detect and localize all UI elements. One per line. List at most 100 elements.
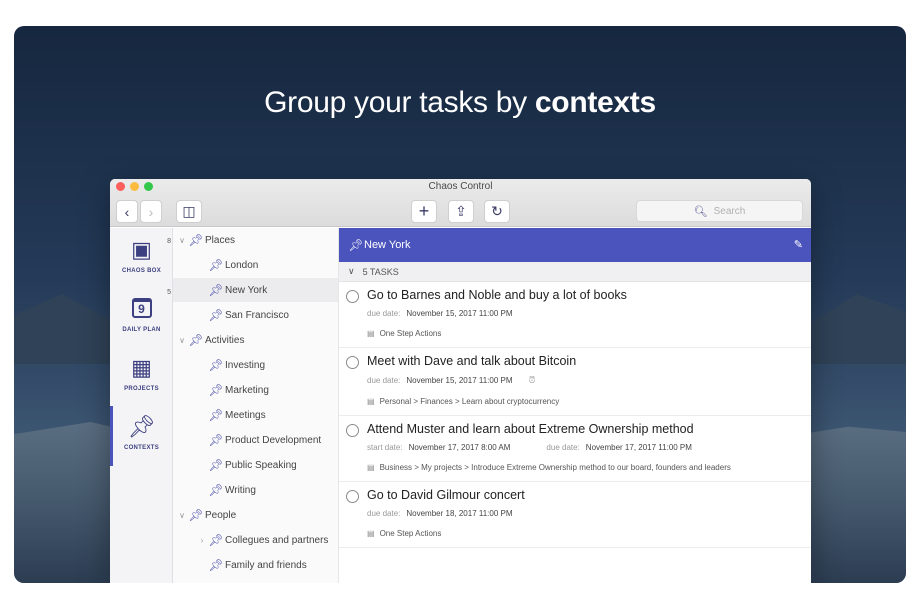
chevron-down-icon[interactable]: ∨: [177, 336, 187, 345]
pin-icon: 📌︎: [208, 383, 224, 397]
rail-item-projects[interactable]: ▦ PROJECTS: [110, 355, 173, 393]
pin-icon: 📌︎: [208, 408, 224, 422]
task-row[interactable]: Go to Barnes and Noble and buy a lot of …: [339, 282, 811, 348]
grid-icon: ▦: [131, 355, 152, 380]
meta-label: start date:: [367, 443, 403, 452]
tree-item-public-speaking[interactable]: 📌︎ Public Speaking: [173, 453, 338, 477]
tree-label: Collegues and partners: [225, 534, 329, 546]
pin-icon: 📌︎: [208, 258, 224, 272]
tree-item-people[interactable]: ∨ 📌︎ People: [173, 503, 338, 527]
search-input[interactable]: 🔍︎ Search: [636, 200, 803, 222]
document-icon: ▤: [367, 463, 375, 472]
tree-label: Public Speaking: [225, 459, 297, 471]
tree-item-new-york[interactable]: 📌︎ New York: [173, 278, 338, 302]
search-icon: 🔍︎: [693, 205, 708, 218]
chevron-down-icon[interactable]: ∨: [348, 266, 355, 277]
promo-background: Group your tasks by contexts Chaos Contr…: [14, 26, 906, 583]
tree-item-marketing[interactable]: 📌︎ Marketing: [173, 378, 338, 402]
document-icon: ▤: [367, 329, 375, 338]
chevron-down-icon[interactable]: ∨: [177, 511, 187, 520]
tree-item-investing[interactable]: 📌︎ Investing: [173, 353, 338, 377]
tree-label: Meetings: [225, 409, 266, 421]
task-title: Go to David Gilmour concert: [367, 488, 525, 502]
task-row[interactable]: Go to David Gilmour concert due date: No…: [339, 482, 811, 548]
pin-icon: 📌︎: [208, 483, 224, 497]
tree-item-family-and-friends[interactable]: 📌︎ Family and friends: [173, 553, 338, 577]
share-icon: ⇪: [455, 203, 467, 219]
tree-label: Marketing: [225, 384, 269, 396]
task-path: One Step Actions: [379, 529, 442, 538]
tree-item-san-francisco[interactable]: 📌︎ San Francisco: [173, 303, 338, 327]
rail-label: DAILY PLAN: [122, 327, 161, 333]
tree-item-writing[interactable]: 📌︎ Writing: [173, 478, 338, 502]
contexts-tree: ∨ 📌︎ Places 📌︎ London 📌︎ New York 📌︎ San Fran…: [173, 228, 339, 583]
task-title: Attend Muster and learn about Extreme Ow…: [367, 422, 694, 436]
task-checkbox[interactable]: [346, 356, 359, 369]
edit-icon[interactable]: ✎: [794, 238, 803, 251]
calendar-icon: 9: [110, 297, 173, 321]
tree-label: Writing: [225, 484, 256, 496]
titlebar: Chaos Control ‹ › ◫ + ⇪ ↻ 🔍︎ Search: [110, 179, 811, 227]
mountain-right: [796, 294, 906, 364]
tree-item-london[interactable]: 📌︎ London: [173, 253, 338, 277]
sidebar-toggle-button[interactable]: ◫: [176, 200, 202, 223]
plus-icon: +: [418, 201, 430, 221]
rail-label: PROJECTS: [124, 386, 159, 392]
task-checkbox[interactable]: [346, 424, 359, 437]
pin-icon: 📌︎: [208, 308, 224, 322]
promo-headline: Group your tasks by contexts: [14, 86, 906, 120]
meta-label: due date:: [367, 376, 401, 385]
tree-item-meetings[interactable]: 📌︎ Meetings: [173, 403, 338, 427]
meta-label: due date:: [546, 443, 580, 452]
task-checkbox[interactable]: [346, 290, 359, 303]
chevron-right-icon[interactable]: ›: [197, 536, 207, 545]
rail-active-indicator: [110, 406, 113, 466]
pin-icon: 📌︎: [188, 508, 204, 522]
task-checkbox[interactable]: [346, 490, 359, 503]
tree-label: Product Development: [225, 434, 322, 446]
headline-plain: Group your tasks by: [264, 86, 535, 119]
forward-button[interactable]: ›: [140, 200, 162, 223]
tree-label: Family and friends: [225, 559, 307, 571]
task-title: Meet with Dave and talk about Bitcoin: [367, 354, 577, 368]
task-list-pane: 📌︎ New York ✎ ∨ 5 TASKS Go to Barnes and…: [339, 228, 811, 583]
task-path: Business > My projects > Introduce Extre…: [379, 463, 731, 472]
rail-item-chaos-box[interactable]: 8 ▣ CHAOS BOX: [110, 237, 173, 275]
rail-label: CHAOS BOX: [121, 268, 162, 274]
share-button[interactable]: ⇪: [448, 200, 474, 223]
rail-item-contexts[interactable]: 📌︎ CONTEXTS: [110, 414, 173, 452]
pin-icon: 📌︎: [208, 283, 224, 297]
daily-plan-badge: 5: [167, 289, 171, 296]
sync-icon: ↻: [491, 203, 503, 219]
tree-label: People: [205, 509, 237, 521]
back-button[interactable]: ‹: [116, 200, 138, 223]
task-row[interactable]: Attend Muster and learn about Extreme Ow…: [339, 416, 811, 482]
left-rail: 8 ▣ CHAOS BOX 5 9 DAILY PLAN ▦ PROJECTS …: [110, 228, 173, 583]
tree-item-activities[interactable]: ∨ 📌︎ Activities: [173, 328, 338, 352]
sync-button[interactable]: ↻: [484, 200, 510, 223]
document-icon: ▤: [367, 397, 375, 406]
rail-label: CONTEXTS: [123, 445, 160, 451]
pin-icon: 📌︎: [208, 358, 224, 372]
inbox-icon: ▣: [131, 237, 152, 262]
task-row[interactable]: Meet with Dave and talk about Bitcoin du…: [339, 348, 811, 416]
meta-value: November 15, 2017 11:00 PM: [406, 376, 513, 385]
chaos-box-badge: 8: [167, 238, 171, 245]
tree-item-product-development[interactable]: 📌︎ Product Development: [173, 428, 338, 452]
task-count: 5 TASKS: [362, 266, 399, 277]
add-task-button[interactable]: +: [411, 200, 437, 223]
tree-label: Investing: [225, 359, 266, 371]
meta-value: November 17, 2017 8:00 AM: [408, 443, 511, 452]
tree-item-places[interactable]: ∨ 📌︎ Places: [173, 228, 338, 252]
task-section-header[interactable]: ∨ 5 TASKS: [339, 262, 811, 282]
meta-value: November 17, 2017 11:00 PM: [585, 443, 692, 452]
tree-label: New York: [225, 284, 268, 296]
chevron-down-icon[interactable]: ∨: [177, 236, 187, 245]
meta-value: November 18, 2017 11:00 PM: [406, 509, 513, 518]
task-path: One Step Actions: [379, 329, 442, 338]
context-title: New York: [364, 239, 411, 251]
pin-icon: 📌︎: [127, 414, 156, 439]
pin-icon: 📌︎: [188, 333, 204, 347]
rail-item-daily-plan[interactable]: 5 9 DAILY PLAN: [110, 289, 173, 333]
tree-item-collegues-and-partners[interactable]: › 📌︎ Collegues and partners: [173, 528, 338, 552]
